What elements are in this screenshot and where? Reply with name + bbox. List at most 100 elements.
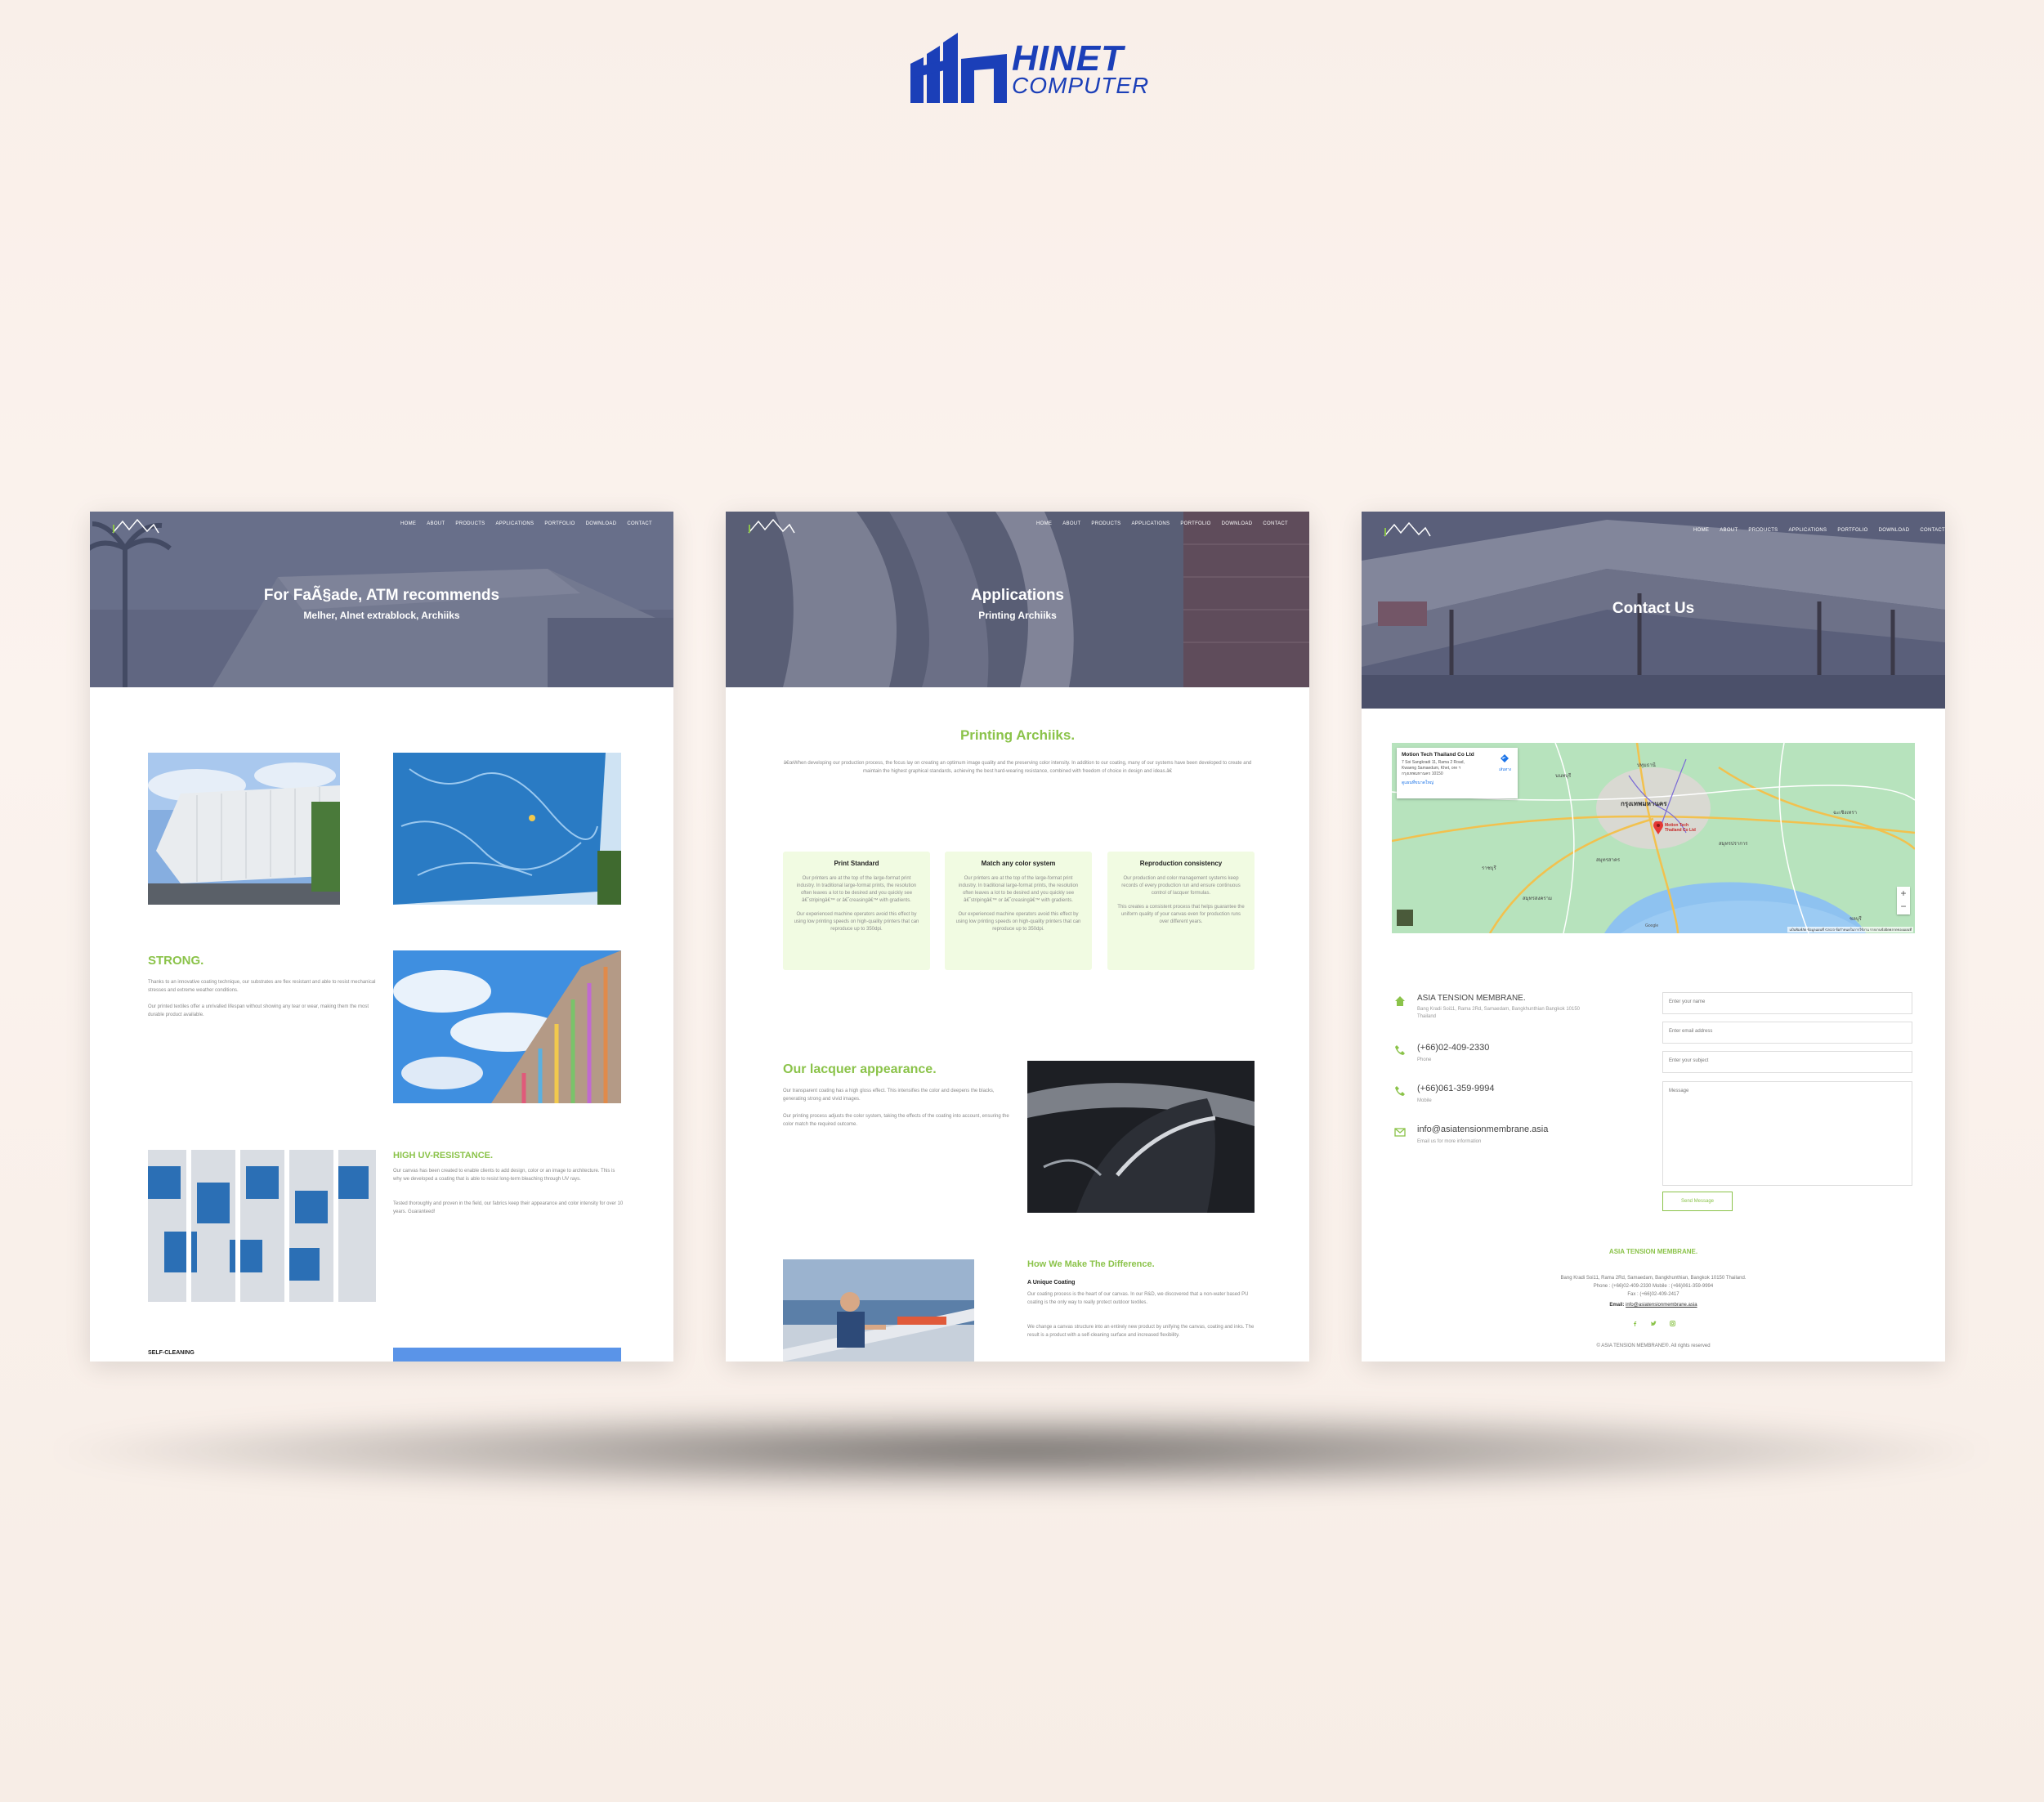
mobile-number[interactable]: (+66)061-359-9994 bbox=[1417, 1084, 1495, 1093]
map-label-1: ปทุมธานี bbox=[1637, 763, 1656, 768]
footer-address: Bang Kradi Soi11, Rama 2Rd, Samaedam, Ba… bbox=[1560, 1276, 1747, 1281]
hero-heading: Contact Us bbox=[1362, 600, 1945, 618]
floor-shadow bbox=[33, 1406, 2010, 1496]
nav-contact[interactable]: CONTACT bbox=[627, 521, 652, 526]
map-directions[interactable]: เส้นทาง bbox=[1499, 752, 1511, 772]
strong-paragraph-2: Our printed textiles offer a unrivalled … bbox=[148, 1004, 369, 1017]
nav-products[interactable]: PRODUCTS bbox=[1748, 528, 1778, 533]
subject-input[interactable]: Enter your subject bbox=[1662, 1051, 1912, 1073]
map-label-bangkok: กรุงเทพมหานคร bbox=[1621, 800, 1667, 807]
brand-name-line1: HINET bbox=[1012, 38, 1124, 78]
nav-applications[interactable]: APPLICATIONS bbox=[1131, 521, 1170, 526]
card-paragraph-1: Our printers are at the top of the large… bbox=[958, 876, 1079, 903]
phone-number[interactable]: (+66)02-409-2330 bbox=[1417, 1043, 1489, 1053]
screen-contact-page: HOME ABOUT PRODUCTS APPLICATIONS PORTFOL… bbox=[1362, 512, 1945, 1362]
hero-heading: Applications Printing Archiiks bbox=[726, 587, 1309, 621]
nav-about[interactable]: ABOUT bbox=[427, 521, 445, 526]
email-address[interactable]: info@asiatensionmembrane.asia bbox=[1417, 1125, 1548, 1134]
hinet-logo-mark-icon bbox=[910, 33, 1007, 103]
lacquer-paragraph-1: Our transparent coating has a high gloss… bbox=[783, 1089, 995, 1102]
embedded-map[interactable]: Motion Tech Thailand Co Ltd 7 Soi Sangkr… bbox=[1392, 743, 1915, 933]
directions-icon bbox=[1501, 754, 1510, 762]
map-pin[interactable] bbox=[1653, 821, 1663, 838]
map-zoom-in[interactable]: + bbox=[1897, 887, 1910, 901]
card-reproduction: Reproduction consistency Our production … bbox=[1107, 852, 1255, 970]
map-label-2: นนทบุรี bbox=[1555, 774, 1572, 779]
nav-portfolio[interactable]: PORTFOLIO bbox=[1837, 528, 1867, 533]
hero-banner: HOME ABOUT PRODUCTS APPLICATIONS PORTFOL… bbox=[726, 512, 1309, 687]
footer-email-label: Email: bbox=[1609, 1303, 1625, 1308]
uv-paragraph-1: Our canvas has been created to enable cl… bbox=[393, 1169, 615, 1182]
nav-contact[interactable]: CONTACT bbox=[1920, 528, 1945, 533]
nav-portfolio[interactable]: PORTFOLIO bbox=[1180, 521, 1210, 526]
name-input[interactable]: Enter your name bbox=[1662, 992, 1912, 1014]
card-paragraph-2: This creates a consistent process that h… bbox=[1117, 905, 1245, 924]
lacquer-paragraph-2: Our printing process adjusts the color s… bbox=[783, 1114, 1009, 1127]
footer-email-line: Email: info@asiatensionmembrane.asia bbox=[1362, 1302, 1945, 1309]
brand-logo: HINET COMPUTER bbox=[907, 21, 1148, 106]
difference-subtitle: A Unique Coating bbox=[1027, 1280, 1076, 1286]
nav-products[interactable]: PRODUCTS bbox=[1091, 521, 1120, 526]
nav-download[interactable]: DOWNLOAD bbox=[1879, 528, 1910, 533]
company-address: Bang Kradi Soi11, Rama 2Rd, Samaedam, Ba… bbox=[1417, 1007, 1581, 1019]
card-title: Reproduction consistency bbox=[1139, 860, 1223, 867]
photo-blue-panels bbox=[148, 1150, 376, 1302]
nav-applications[interactable]: APPLICATIONS bbox=[1788, 528, 1827, 533]
hero-heading: For FaÃ§ade, ATM recommends Melher, Alne… bbox=[90, 587, 673, 621]
footer-email[interactable]: info@asiatensionmembrane.asia bbox=[1626, 1303, 1697, 1308]
photo-white-facade bbox=[148, 753, 340, 905]
twitter-icon[interactable] bbox=[1650, 1321, 1657, 1326]
uv-title: HIGH UV-RESISTANCE. bbox=[393, 1151, 494, 1160]
map-zoom-out[interactable]: − bbox=[1897, 901, 1910, 914]
map-larger-link[interactable]: ดูแผนที่ขนาดใหญ่ bbox=[1402, 780, 1513, 786]
copyright: © ASIA TENSION MEMBRANE®. All rights res… bbox=[1596, 1344, 1711, 1348]
facebook-icon[interactable] bbox=[1632, 1321, 1638, 1326]
map-google-logo: Google bbox=[1645, 923, 1659, 928]
nav-download[interactable]: DOWNLOAD bbox=[1222, 521, 1253, 526]
site-logo-icon[interactable] bbox=[1383, 521, 1432, 538]
map-label-5: สมุทรสาคร bbox=[1596, 858, 1621, 863]
send-message-button[interactable]: Send Message bbox=[1662, 1192, 1733, 1211]
hero-title: For FaÃ§ade, ATM recommends bbox=[263, 587, 500, 604]
nav-products[interactable]: PRODUCTS bbox=[455, 521, 485, 526]
instagram-icon[interactable] bbox=[1669, 1321, 1675, 1326]
card-title: Print Standard bbox=[834, 860, 879, 867]
message-textarea[interactable]: Message bbox=[1662, 1081, 1912, 1186]
site-logo-icon[interactable] bbox=[111, 518, 160, 534]
email-input[interactable]: Enter email address bbox=[1662, 1022, 1912, 1044]
nav-home[interactable]: HOME bbox=[400, 521, 416, 526]
nav-portfolio[interactable]: PORTFOLIO bbox=[544, 521, 575, 526]
photo-striped-facade bbox=[393, 950, 621, 1103]
map-label-4: ฉะเชิงเทรา bbox=[1833, 811, 1857, 816]
map-label-8: ชลบุรี bbox=[1849, 917, 1862, 922]
section-title: Printing Archiiks. bbox=[959, 727, 1076, 743]
nav-home[interactable]: HOME bbox=[1036, 521, 1052, 526]
nav-about[interactable]: ABOUT bbox=[1062, 521, 1080, 526]
map-label-3: สมุทรปราการ bbox=[1719, 842, 1748, 847]
nav-applications[interactable]: APPLICATIONS bbox=[495, 521, 534, 526]
uv-paragraph-2: Tested thoroughly and proven in the fiel… bbox=[393, 1201, 624, 1214]
phone-icon bbox=[1395, 1045, 1405, 1055]
nav-about[interactable]: ABOUT bbox=[1720, 528, 1738, 533]
site-logo-icon[interactable] bbox=[747, 518, 796, 534]
footer-company: ASIA TENSION MEMBRANE. bbox=[1608, 1248, 1698, 1255]
map-attribution: แป้นพิมพ์ลัด ข้อมูลแผนที่ ©2023 ข้อกำหนด… bbox=[1787, 927, 1913, 932]
nav-contact[interactable]: CONTACT bbox=[1263, 521, 1288, 526]
hero-banner: HOME ABOUT PRODUCTS APPLICATIONS PORTFOL… bbox=[1362, 512, 1945, 709]
lacquer-title: Our lacquer appearance. bbox=[783, 1062, 937, 1076]
main-nav: HOME ABOUT PRODUCTS APPLICATIONS PORTFOL… bbox=[1693, 528, 1945, 533]
map-pin-label: Motion Tech Thailand Co Ltd bbox=[1665, 823, 1696, 833]
card-paragraph-2: Our experienced machine operators avoid … bbox=[955, 912, 1081, 932]
hero-title: Applications bbox=[970, 587, 1064, 604]
card-paragraph-2: Our experienced machine operators avoid … bbox=[794, 912, 919, 932]
card-print-standard: Print Standard Our printers are at the t… bbox=[783, 852, 930, 970]
nav-download[interactable]: DOWNLOAD bbox=[586, 521, 617, 526]
nav-home[interactable]: HOME bbox=[1693, 528, 1709, 533]
mail-icon bbox=[1394, 1128, 1406, 1137]
phone-icon bbox=[1395, 1086, 1405, 1096]
photo-glossy-black bbox=[1027, 1061, 1255, 1213]
email-label: Email us for more information bbox=[1417, 1139, 1482, 1144]
section-intro: â€œWhen developing our production proces… bbox=[783, 761, 1252, 774]
social-links bbox=[1362, 1321, 1945, 1326]
phone-label: Phone bbox=[1417, 1058, 1432, 1062]
